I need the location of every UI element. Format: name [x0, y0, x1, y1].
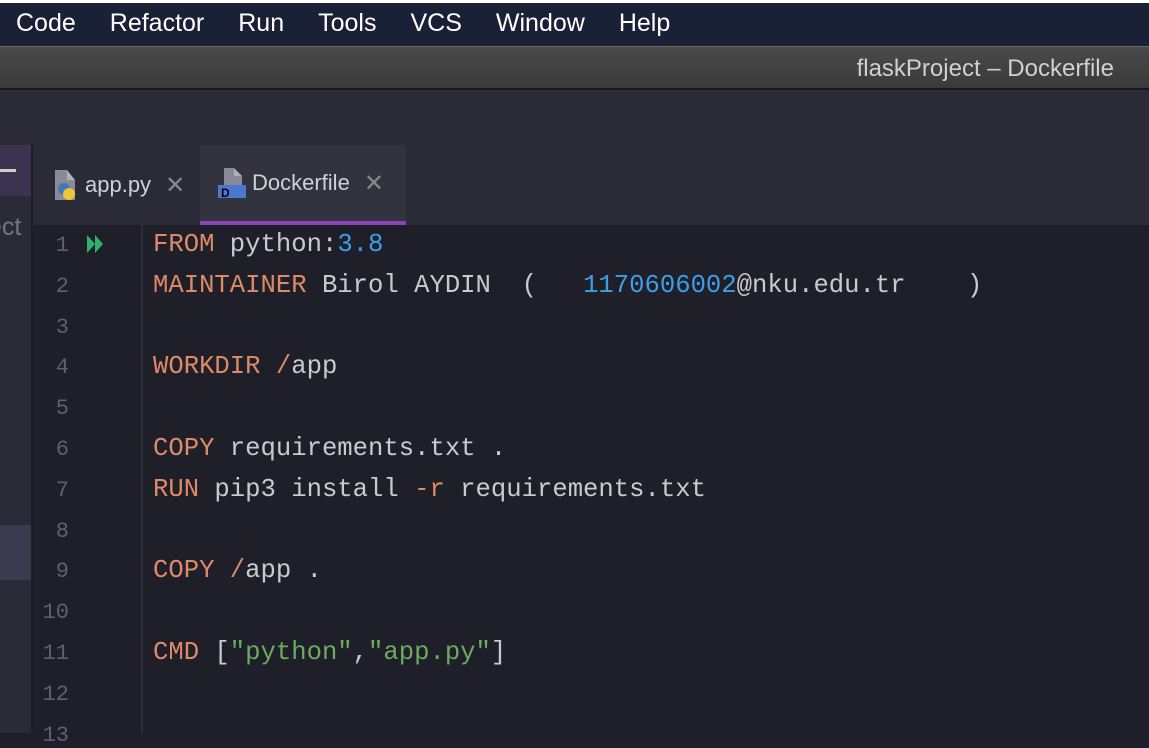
line-number: 6 — [55, 437, 69, 462]
code-line: MAINTAINER Birol AYDIN ( 1170606002@nku.… — [153, 266, 982, 306]
tab-label: app.py — [85, 172, 152, 197]
close-icon[interactable]: ✕ — [165, 171, 185, 200]
code-line: WORKDIR /app — [153, 347, 337, 387]
code-line: COPY /app . — [153, 551, 322, 591]
line-number: 12 — [42, 681, 69, 707]
code-token: python: — [214, 230, 338, 259]
code-token: app . — [245, 556, 322, 586]
tab-app-py[interactable]: app.py ✕ — [51, 145, 201, 225]
code-token: MAINTAINER — [153, 270, 307, 300]
tab-label: Dockerfile — [252, 170, 350, 195]
code-token: @nku.edu.tr ) — [736, 270, 983, 300]
svg-text:D: D — [221, 186, 230, 198]
menu-run[interactable]: Run — [222, 9, 302, 38]
sidebar-header[interactable] — [0, 145, 31, 196]
line-number: 13 — [42, 722, 69, 748]
code-token: [ — [199, 638, 230, 667]
code-token: CMD — [153, 638, 200, 667]
minimize-icon[interactable] — [0, 169, 16, 172]
menu-code[interactable]: Code — [0, 9, 94, 38]
code-token: -r — [414, 474, 445, 504]
line-number: 9 — [55, 559, 69, 585]
code-token: "app.py" — [368, 638, 491, 667]
code-token: / — [275, 352, 292, 382]
line-number: 4 — [55, 355, 69, 381]
toolbar — [0, 90, 1149, 146]
menu-bar: Code Refactor Run Tools VCS Window Help — [0, 0, 1149, 46]
code-token: RUN — [153, 474, 200, 504]
line-gutter: 1 2 3 4 5 6 7 8 9 10 11 12 13 — [33, 225, 143, 748]
code-token: COPY — [153, 556, 215, 586]
code-token: / — [229, 556, 246, 586]
sidebar-selected-item[interactable] — [0, 525, 31, 580]
code-line: RUN pip3 install -r requirements.txt — [153, 470, 706, 510]
code-token: COPY — [153, 434, 215, 463]
title-bar: flaskProject – Dockerfile — [0, 46, 1149, 90]
code-token: ] — [490, 638, 507, 667]
code-token: "python" — [229, 638, 353, 667]
code-token: requirements.txt — [444, 474, 706, 504]
python-file-icon — [51, 170, 77, 200]
line-number: 1 — [55, 233, 69, 258]
menu-help[interactable]: Help — [603, 9, 688, 38]
line-number: 3 — [55, 314, 69, 340]
code-token: , — [352, 638, 369, 667]
code-token: pip3 install — [199, 474, 415, 504]
menu-window[interactable]: Window — [480, 9, 603, 38]
menu-tools[interactable]: Tools — [302, 9, 394, 38]
project-sidebar: ect — [0, 145, 33, 733]
code-token: FROM — [153, 230, 215, 259]
line-number: 5 — [55, 396, 69, 422]
menu-refactor[interactable]: Refactor — [94, 9, 222, 38]
dockerfile-icon: D — [218, 168, 246, 200]
code-token: requirements.txt . — [214, 434, 507, 463]
code-line: FROM python:3.8 — [153, 225, 383, 265]
code-token: Birol AYDIN ( — [306, 270, 584, 300]
code-token: 3.8 — [337, 230, 384, 259]
line-number: 11 — [42, 641, 69, 666]
line-number: 7 — [55, 477, 69, 503]
code-token: WORKDIR — [153, 352, 261, 382]
run-icon[interactable] — [85, 233, 107, 255]
code-token: app — [291, 352, 338, 382]
line-number: 8 — [55, 518, 69, 544]
code-token: 1170606002 — [583, 270, 737, 300]
line-number: 10 — [42, 600, 69, 626]
code-line: CMD ["python","app.py"] — [153, 633, 506, 673]
code-line: COPY requirements.txt . — [153, 429, 506, 469]
line-number: 2 — [55, 273, 69, 299]
window-title: flaskProject – Dockerfile — [856, 55, 1114, 82]
sidebar-label: ect — [0, 213, 22, 241]
menu-vcs[interactable]: VCS — [395, 9, 480, 38]
editor-tabs: app.py ✕ D Dockerfile ✕ — [33, 145, 1149, 225]
close-icon[interactable]: ✕ — [364, 169, 384, 198]
tab-dockerfile[interactable]: D Dockerfile ✕ — [200, 145, 406, 225]
